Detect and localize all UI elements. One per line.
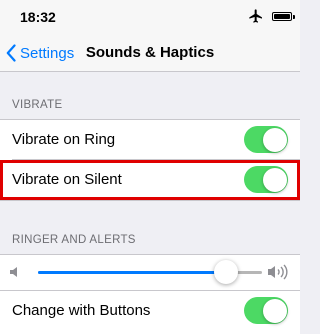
row-label: Change with Buttons <box>12 302 151 319</box>
status-bar: 18:32 <box>0 0 300 34</box>
change-with-buttons-toggle[interactable] <box>244 297 288 324</box>
volume-slider-thumb[interactable] <box>214 260 239 284</box>
section-header-ringer: RINGER AND ALERTS <box>12 234 136 246</box>
row-label: Vibrate on Silent <box>12 171 122 188</box>
section-header-vibrate: VIBRATE <box>12 99 63 111</box>
vibrate-on-silent-row[interactable]: Vibrate on Silent <box>0 160 300 200</box>
change-with-buttons-row[interactable]: Change with Buttons <box>0 291 300 331</box>
speaker-high-icon <box>268 264 288 280</box>
battery-icon <box>272 12 295 21</box>
navigation-bar: Settings Sounds & Haptics <box>0 34 300 72</box>
vibrate-on-ring-toggle[interactable] <box>244 126 288 153</box>
vibrate-group: Vibrate on Ring Vibrate on Silent <box>0 119 300 201</box>
speaker-low-icon <box>10 267 17 277</box>
vibrate-on-ring-row[interactable]: Vibrate on Ring <box>0 120 300 160</box>
ringer-volume-row <box>0 254 300 290</box>
status-time: 18:32 <box>20 9 56 25</box>
page-title: Sounds & Haptics <box>85 44 215 61</box>
volume-fill <box>38 271 227 274</box>
row-label: Vibrate on Ring <box>12 131 116 148</box>
airplane-icon <box>249 9 262 23</box>
change-with-buttons-group: Change with Buttons <box>0 290 300 334</box>
vibrate-on-silent-toggle[interactable] <box>244 166 288 193</box>
